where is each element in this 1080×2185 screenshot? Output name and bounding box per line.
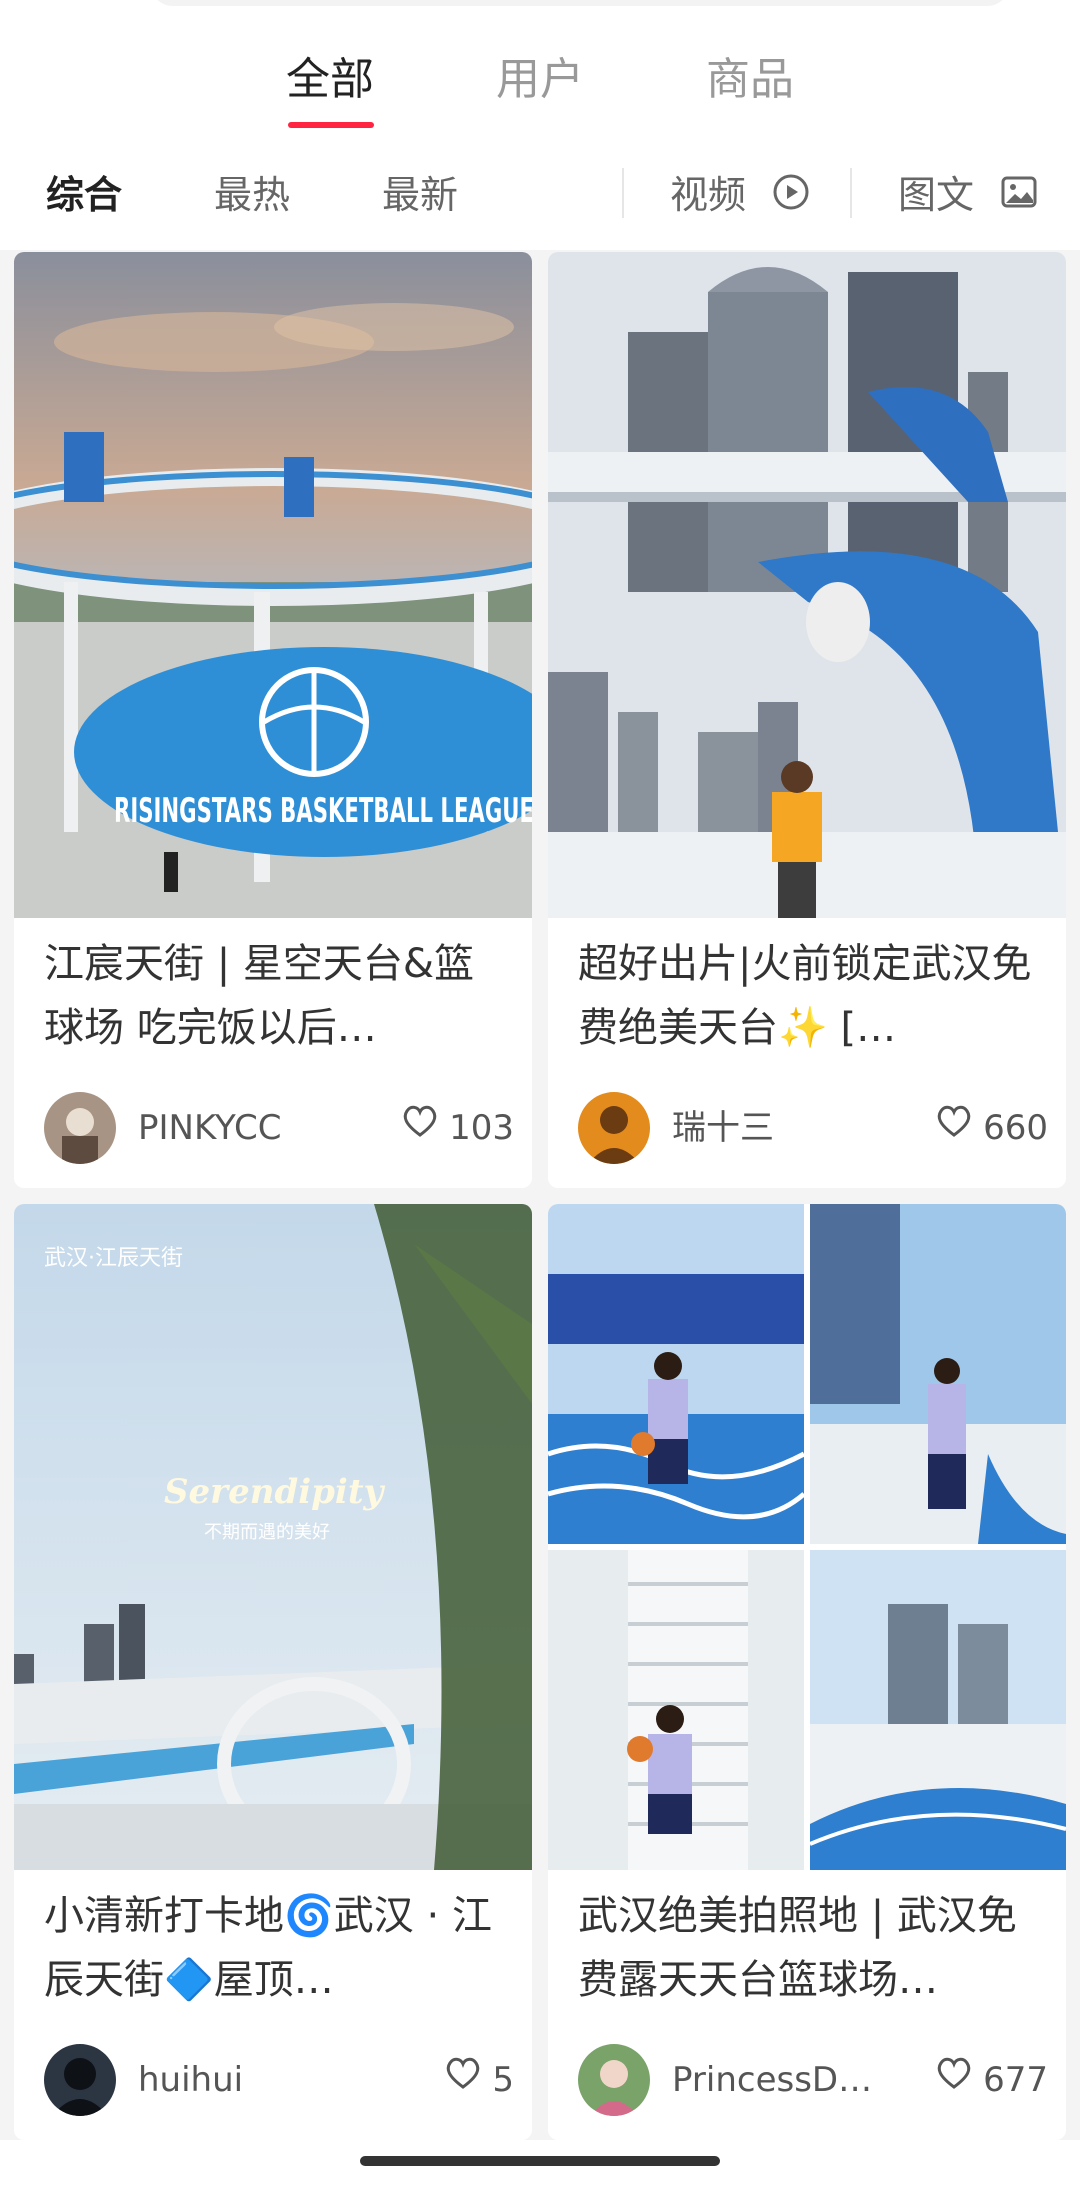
tab-users[interactable]: 用户 bbox=[460, 40, 620, 130]
overlay-word: Serendipity bbox=[164, 1472, 384, 1512]
note-meta: PrincessDX… 677 bbox=[578, 2044, 1048, 2116]
tab-all[interactable]: 全部 bbox=[250, 40, 410, 130]
author-name[interactable]: 瑞十三 bbox=[672, 1092, 892, 1164]
note-cover-image[interactable] bbox=[548, 1204, 1066, 1870]
filter-image-text[interactable]: 图文 bbox=[898, 150, 1038, 240]
note-card[interactable]: RISINGSTARS BASKETBALL LEAGUE 江宸天街 | 星空天… bbox=[14, 252, 532, 1188]
note-cover-image[interactable]: RISINGSTARS BASKETBALL LEAGUE bbox=[14, 252, 532, 918]
tab-products[interactable]: 商品 bbox=[670, 40, 830, 130]
like-button[interactable]: 660 bbox=[935, 1092, 1048, 1164]
note-meta: PINKYCC 103 bbox=[44, 1092, 514, 1164]
home-indicator[interactable] bbox=[360, 2156, 720, 2166]
filter-divider bbox=[850, 168, 852, 218]
note-card[interactable]: 超好出片|火前锁定武汉免费绝美天台✨ [… 瑞十三 660 bbox=[548, 252, 1066, 1188]
overlay-subtitle: 不期而遇的美好 bbox=[204, 1522, 330, 1543]
active-tab-indicator bbox=[288, 122, 374, 128]
image-icon bbox=[1000, 153, 1038, 243]
note-title[interactable]: 小清新打卡地🌀武汉 · 江辰天街🔷屋顶… bbox=[44, 1884, 514, 2012]
avatar[interactable] bbox=[44, 1092, 116, 1164]
filter-newest[interactable]: 最新 bbox=[382, 150, 458, 240]
avatar[interactable] bbox=[578, 1092, 650, 1164]
note-meta: 瑞十三 660 bbox=[578, 1092, 1048, 1164]
author-name[interactable]: PrincessDX… bbox=[672, 2044, 892, 2116]
filter-video-label: 视频 bbox=[670, 173, 747, 217]
like-count: 103 bbox=[449, 1108, 514, 1148]
filter-image-text-label: 图文 bbox=[898, 173, 975, 217]
filter-hottest[interactable]: 最热 bbox=[214, 150, 290, 240]
filter-comprehensive[interactable]: 综合 bbox=[46, 150, 122, 240]
avatar[interactable] bbox=[44, 2044, 116, 2116]
filter-bar: 综合 最热 最新 视频 图文 bbox=[0, 150, 1080, 240]
note-cover-image[interactable] bbox=[548, 252, 1066, 918]
note-title[interactable]: 超好出片|火前锁定武汉免费绝美天台✨ [… bbox=[578, 932, 1048, 1060]
heart-icon bbox=[935, 2043, 973, 2115]
search-bar-edge[interactable] bbox=[150, 0, 1010, 6]
like-count: 677 bbox=[983, 2060, 1048, 2100]
note-card[interactable]: 武汉·江辰天街 Serendipity 不期而遇的美好 小清新打卡地🌀武汉 · … bbox=[14, 1204, 532, 2140]
note-meta: huihui 5 bbox=[44, 2044, 514, 2116]
note-card[interactable]: 武汉绝美拍照地 | 武汉免费露天天台篮球场… PrincessDX… 677 bbox=[548, 1204, 1066, 2140]
filter-video[interactable]: 视频 bbox=[670, 150, 810, 240]
avatar[interactable] bbox=[578, 2044, 650, 2116]
heart-icon bbox=[444, 2043, 482, 2115]
court-lettering: RISINGSTARS BASKETBALL LEAGUE bbox=[114, 791, 532, 831]
like-button[interactable]: 677 bbox=[935, 2044, 1048, 2116]
author-name[interactable]: PINKYCC bbox=[138, 1092, 358, 1164]
play-circle-icon bbox=[772, 153, 810, 243]
top-tabs: 全部 用户 商品 bbox=[0, 40, 1080, 140]
note-cover-image[interactable]: 武汉·江辰天街 Serendipity 不期而遇的美好 bbox=[14, 1204, 532, 1870]
overlay-location: 武汉·江辰天街 bbox=[44, 1246, 183, 1271]
like-button[interactable]: 5 bbox=[444, 2044, 514, 2116]
filter-divider bbox=[622, 168, 624, 218]
heart-icon bbox=[935, 1091, 973, 1163]
heart-icon bbox=[401, 1091, 439, 1163]
note-title[interactable]: 武汉绝美拍照地 | 武汉免费露天天台篮球场… bbox=[578, 1884, 1048, 2012]
like-count: 5 bbox=[492, 2060, 514, 2100]
note-title[interactable]: 江宸天街 | 星空天台&篮球场 吃完饭以后… bbox=[44, 932, 514, 1060]
like-count: 660 bbox=[983, 1108, 1048, 1148]
like-button[interactable]: 103 bbox=[401, 1092, 514, 1164]
author-name[interactable]: huihui bbox=[138, 2044, 358, 2116]
